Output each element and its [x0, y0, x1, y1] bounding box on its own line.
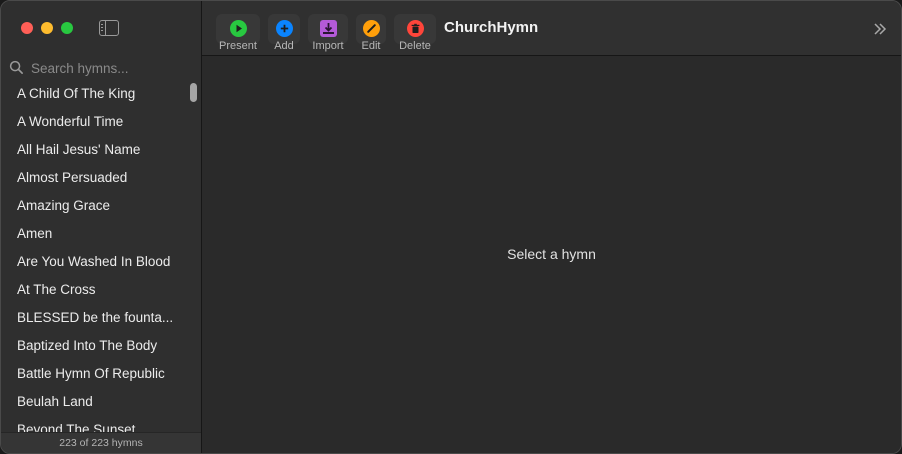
app-title: ChurchHymn	[444, 19, 539, 36]
hymn-list-item[interactable]: Amazing Grace	[1, 192, 201, 220]
hymn-list-item[interactable]: Baptized Into The Body	[1, 332, 201, 360]
hymn-list: A Child Of The King A Wonderful Time All H…	[1, 80, 201, 432]
present-label: Present	[219, 40, 257, 52]
hymn-list-item[interactable]: Battle Hymn Of Republic	[1, 360, 201, 388]
hymn-list-item[interactable]: Are You Washed In Blood	[1, 248, 201, 276]
window-controls	[21, 22, 73, 34]
add-label: Add	[274, 40, 294, 52]
hymn-count: 223 of 223 hymns	[1, 432, 201, 453]
import-label: Import	[312, 40, 344, 52]
import-tray-icon	[319, 20, 337, 37]
edit-label: Edit	[361, 40, 381, 52]
search-input[interactable]	[31, 58, 196, 78]
empty-state-message: Select a hymn	[507, 246, 596, 262]
hymn-list-item[interactable]: All Hail Jesus' Name	[1, 136, 201, 164]
hymn-list-item[interactable]: A Wonderful Time	[1, 108, 201, 136]
sidebar-toggle-icon[interactable]	[99, 20, 119, 36]
import-button[interactable]: Import	[308, 14, 348, 52]
play-icon	[229, 20, 247, 37]
hymn-list-item[interactable]: A Child Of The King	[1, 80, 201, 108]
present-button[interactable]: Present	[216, 14, 260, 52]
delete-label: Delete	[399, 40, 431, 52]
delete-button[interactable]: Delete	[394, 14, 436, 52]
hymn-list-item[interactable]: Almost Persuaded	[1, 164, 201, 192]
search-bar	[1, 56, 201, 80]
hymn-list-item[interactable]: Beulah Land	[1, 388, 201, 416]
double-chevron-right-icon[interactable]	[873, 22, 887, 36]
hymn-list-item[interactable]: BLESSED be the founta...	[1, 304, 201, 332]
add-button[interactable]: Add	[268, 14, 300, 52]
plus-icon	[275, 20, 293, 37]
close-window-button[interactable]	[21, 22, 33, 34]
pencil-icon	[362, 20, 380, 37]
hymn-list-item[interactable]: Amen	[1, 220, 201, 248]
minimize-window-button[interactable]	[41, 22, 53, 34]
hymn-list-item[interactable]: At The Cross	[1, 276, 201, 304]
app-window: A Child Of The KingA Wonderful TimeAll H…	[0, 0, 902, 454]
scrollbar-thumb[interactable]	[190, 83, 197, 102]
detail-pane: Select a hymn	[202, 56, 901, 453]
zoom-window-button[interactable]	[61, 22, 73, 34]
edit-button[interactable]: Edit	[356, 14, 386, 52]
search-icon	[9, 60, 23, 74]
sidebar: A Child Of The KingA Wonderful TimeAll H…	[1, 1, 202, 453]
trash-icon	[406, 20, 424, 37]
hymn-list-item[interactable]: Beyond The Sunset	[1, 416, 201, 432]
toolbar: Present Add Import Edit Delete ChurchHym…	[202, 1, 901, 56]
